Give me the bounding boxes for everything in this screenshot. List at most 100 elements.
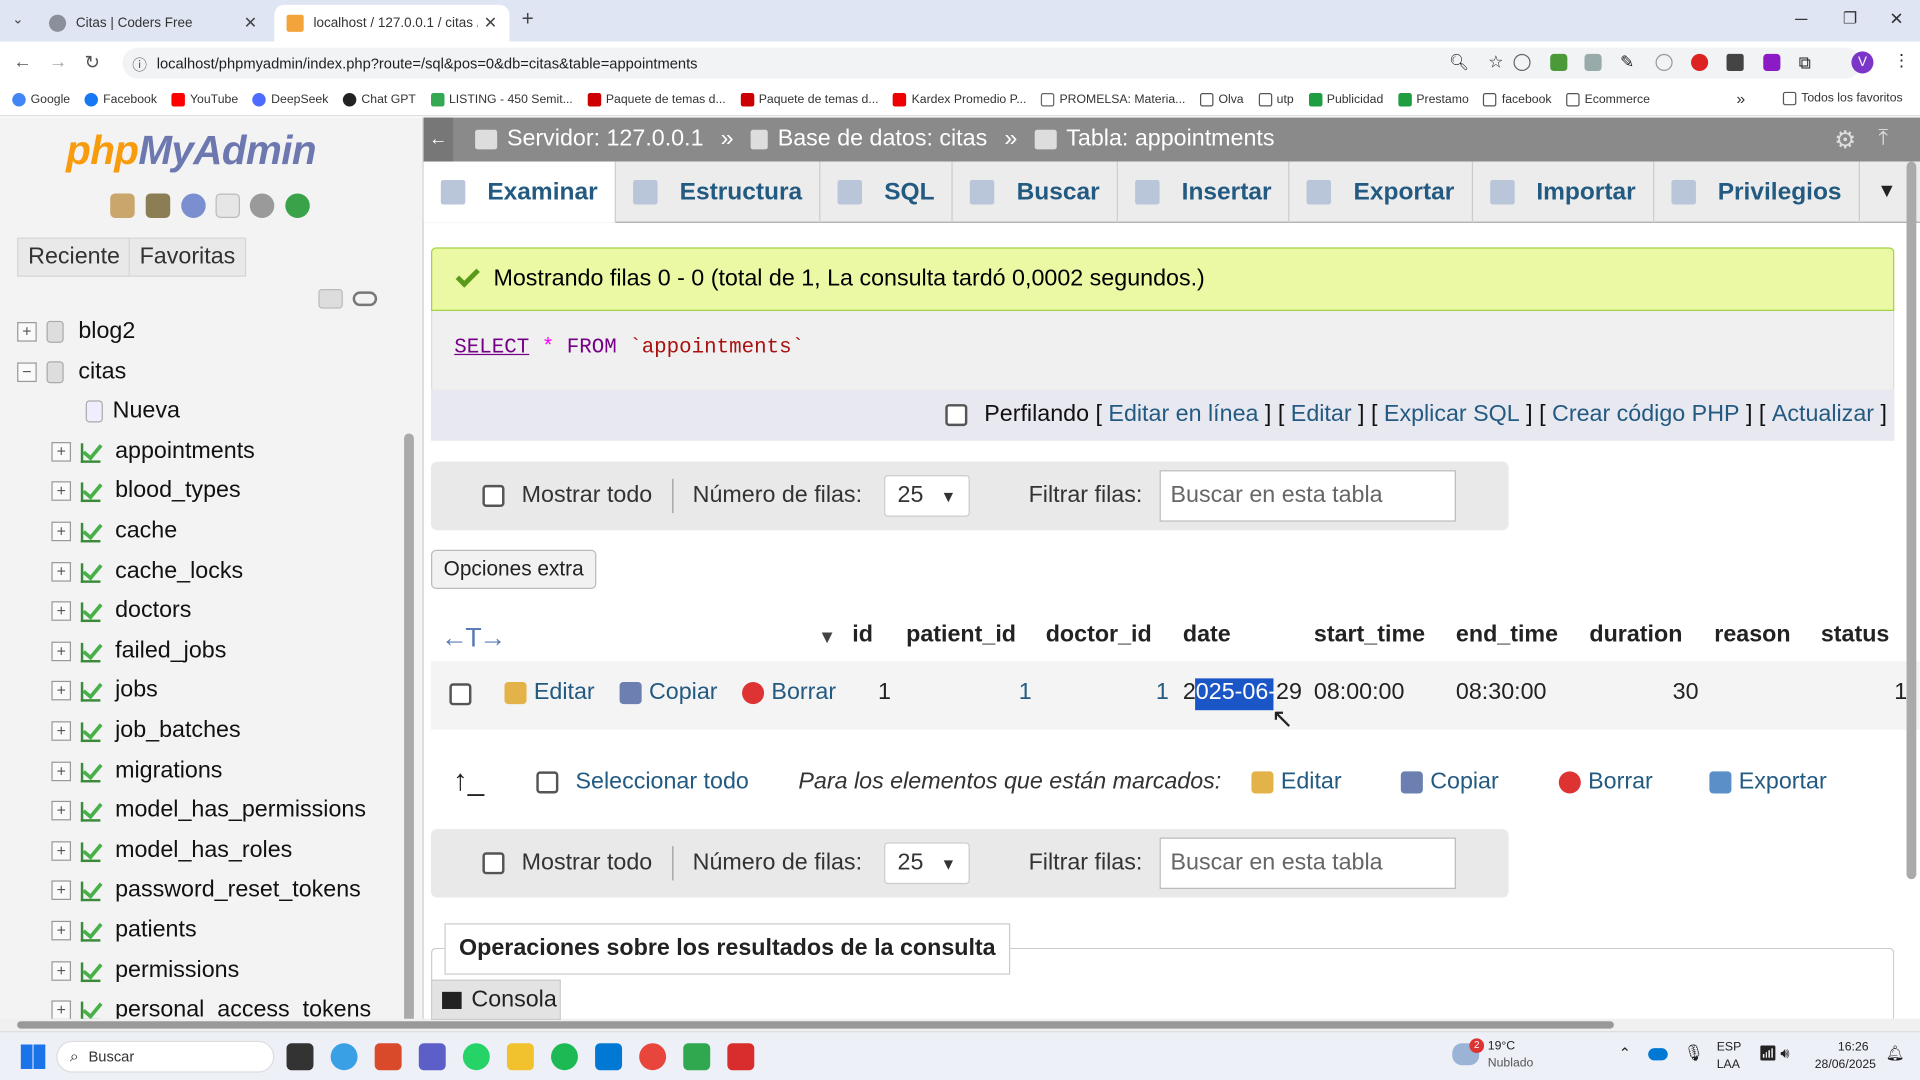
bulk-delete-button[interactable]: Borrar <box>1558 769 1653 796</box>
task-view-icon[interactable] <box>286 1043 314 1071</box>
breadcrumb-table[interactable]: Tabla: appointments <box>1034 126 1275 153</box>
tray-chevron-icon[interactable]: ⌃ <box>1619 1044 1631 1061</box>
expand-toggle-icon[interactable]: + <box>51 481 72 502</box>
main-scrollbar[interactable] <box>1906 161 1917 880</box>
onedrive-icon[interactable] <box>1648 1048 1668 1061</box>
app-icon[interactable] <box>374 1043 402 1071</box>
row-copy-button[interactable]: Copiar <box>619 680 718 707</box>
tree-item-model-has-permissions[interactable]: + model_has_permissions <box>0 792 366 829</box>
bookmark-item[interactable]: Prestamo <box>1397 92 1469 106</box>
copilot-icon[interactable] <box>330 1043 358 1071</box>
docs-icon[interactable] <box>215 193 241 218</box>
sql-query[interactable]: SELECT * FROM `appointments` <box>454 337 804 360</box>
tree-item-cache[interactable]: + cache <box>0 513 177 550</box>
bookmark-item[interactable]: Publicidad <box>1308 92 1383 106</box>
create-php-code-link[interactable]: Crear código PHP <box>1552 402 1740 429</box>
restore-icon[interactable]: ❐ <box>1843 9 1857 29</box>
bookmark-star-icon[interactable]: ☆ <box>1488 51 1503 72</box>
tab-favorites[interactable]: Favoritas <box>128 237 247 277</box>
logout-icon[interactable] <box>145 193 171 218</box>
tab-privilegios[interactable]: Privilegios <box>1654 161 1860 223</box>
extension-icon[interactable] <box>1513 53 1531 72</box>
bulk-copy-button[interactable]: Copiar <box>1400 769 1499 796</box>
teams-icon[interactable] <box>418 1043 446 1071</box>
back-icon[interactable]: ← <box>13 51 31 72</box>
tree-item-citas[interactable]: − citas <box>0 353 126 390</box>
expand-toggle-icon[interactable]: + <box>51 801 72 821</box>
file-explorer-icon[interactable] <box>506 1043 534 1071</box>
expand-toggle-icon[interactable]: + <box>51 920 72 941</box>
bookmark-item[interactable]: Kardex Promedio P... <box>893 92 1026 106</box>
row-edit-button[interactable]: Editar <box>504 680 595 707</box>
spotify-icon[interactable] <box>551 1043 578 1071</box>
sort-dropdown-icon[interactable]: ▼ <box>818 627 836 648</box>
bookmark-folder[interactable]: Olva <box>1200 92 1244 106</box>
extensions-puzzle-icon[interactable]: ⧉ <box>1799 53 1811 74</box>
bookmark-item[interactable]: Paquete de temas d... <box>740 92 879 106</box>
bookmark-folder[interactable]: utp <box>1258 92 1294 106</box>
column-header-duration[interactable]: duration <box>1589 622 1682 649</box>
zoom-icon[interactable]: 🔍︎ <box>1449 53 1469 73</box>
expand-toggle-icon[interactable]: + <box>51 521 72 542</box>
profiling-checkbox[interactable] <box>945 404 968 427</box>
column-header-patient-id[interactable]: patient_id <box>906 622 1016 649</box>
clock-time[interactable]: 16:26 <box>1815 1041 1869 1054</box>
extra-options-button[interactable]: Opciones extra <box>431 549 597 589</box>
taskbar-search[interactable]: ⌕ Buscar <box>56 1040 275 1073</box>
tree-item-jobs[interactable]: + jobs <box>0 673 158 710</box>
tree-item-Nueva[interactable]: Nueva <box>0 393 180 430</box>
show-all-checkbox[interactable] <box>482 852 505 875</box>
microphone-icon[interactable]: 🎙︎ <box>1684 1043 1704 1063</box>
tab-exportar[interactable]: Exportar <box>1290 161 1473 223</box>
notifications-icon[interactable]: 🔔︎ <box>1886 1044 1905 1061</box>
row-delete-button[interactable]: Borrar <box>742 680 836 707</box>
cell-status[interactable]: 1 <box>1894 680 1907 707</box>
explain-sql-link[interactable]: Explicar SQL <box>1384 402 1520 429</box>
cell-patient-id[interactable]: 1 <box>1019 680 1032 707</box>
expand-toggle-icon[interactable]: + <box>17 322 37 342</box>
bulk-edit-button[interactable]: Editar <box>1251 769 1342 796</box>
tree-item-migrations[interactable]: + migrations <box>0 753 222 790</box>
bookmark-item[interactable]: LISTING - 450 Semit... <box>430 92 573 106</box>
tree-item-cache-locks[interactable]: + cache_locks <box>0 553 243 590</box>
wifi-icon[interactable]: 📶︎ <box>1758 1044 1777 1061</box>
toggle-nav-arrow-icon[interactable]: ← <box>423 117 454 162</box>
browser-tab-phpmyadmin[interactable]: localhost / 127.0.0.1 / citas / ap ✕ <box>274 4 510 42</box>
column-header-id[interactable]: id <box>852 622 873 649</box>
cell-duration[interactable]: 30 <box>1673 680 1699 707</box>
expand-toggle-icon[interactable]: + <box>51 681 72 701</box>
tree-item-job-batches[interactable]: + job_batches <box>0 713 241 750</box>
close-tab-icon[interactable]: ✕ <box>484 13 497 33</box>
settings-gear-icon[interactable]: ⚙ <box>1834 125 1856 156</box>
tab-recent[interactable]: Reciente <box>17 237 132 277</box>
phpmyadmin-logo[interactable]: phpMyAdmin <box>66 127 316 174</box>
column-header-start-time[interactable]: start_time <box>1314 622 1425 649</box>
bookmark-item[interactable]: Google <box>12 92 70 106</box>
bookmark-item[interactable]: Paquete de temas d... <box>587 92 726 106</box>
tree-item-appointments[interactable]: + appointments <box>0 433 255 470</box>
row-checkbox[interactable] <box>449 683 472 706</box>
expand-toggle-icon[interactable]: + <box>51 840 72 861</box>
collapse-all-icon[interactable] <box>318 288 343 309</box>
column-header-doctor-id[interactable]: doctor_id <box>1046 622 1152 649</box>
bookmark-item[interactable]: YouTube <box>171 92 238 106</box>
edit-query-link[interactable]: Editar <box>1291 402 1352 429</box>
expand-toggle-icon[interactable]: + <box>51 761 72 781</box>
sql-keyword-select[interactable]: SELECT <box>454 337 529 360</box>
window-close-icon[interactable]: ✕ <box>1889 9 1903 30</box>
browser-menu-icon[interactable]: ⋮ <box>1893 50 1910 71</box>
app-icon[interactable] <box>683 1043 711 1071</box>
browser-tab-citas[interactable]: Citas | Coders Free ✕ <box>37 5 270 42</box>
tree-item-blog2[interactable]: + blog2 <box>0 313 135 350</box>
site-info-icon[interactable]: ⓘ <box>132 54 147 75</box>
expand-toggle-icon[interactable]: + <box>51 601 72 622</box>
select-all-checkbox[interactable] <box>536 771 559 794</box>
bookmark-item[interactable]: Chat GPT <box>343 92 416 106</box>
tab-importar[interactable]: Importar <box>1473 161 1655 223</box>
help-icon[interactable] <box>181 193 206 218</box>
edit-inline-link[interactable]: Editar en línea <box>1108 402 1258 429</box>
cell-start-time[interactable]: 08:00:00 <box>1314 680 1405 707</box>
qr-icon[interactable] <box>1726 53 1744 72</box>
tree-item-permissions[interactable]: + permissions <box>0 952 239 989</box>
clock-date[interactable]: 28/06/2025 <box>1815 1058 1876 1071</box>
